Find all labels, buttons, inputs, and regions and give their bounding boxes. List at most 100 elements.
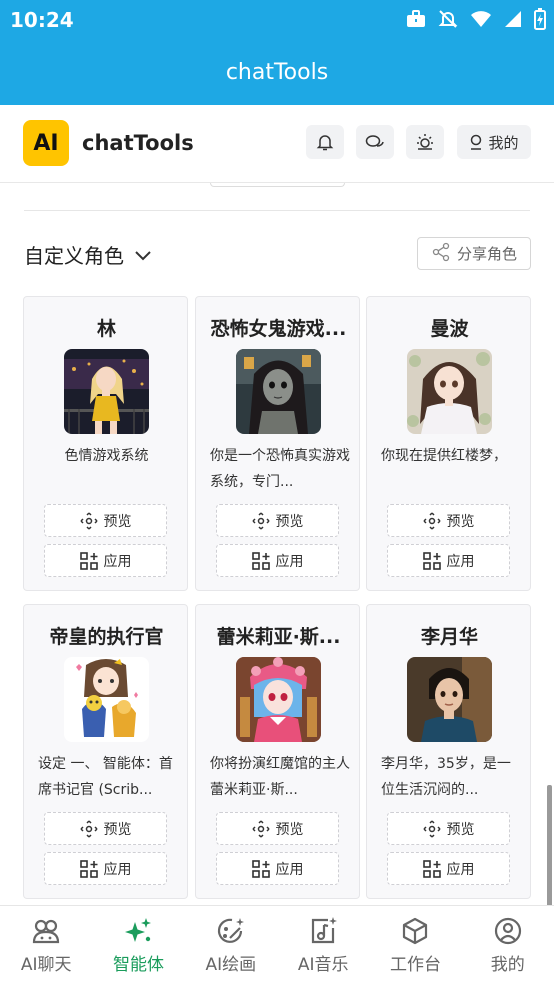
role-avatar: [64, 349, 149, 434]
chat-icon: [31, 916, 61, 950]
apply-label: 应用: [275, 861, 304, 878]
role-description: 色情游戏系统: [64, 448, 149, 464]
preview-label: 预览: [103, 513, 132, 530]
preview-label: 预览: [446, 821, 475, 838]
divider: [24, 210, 530, 211]
apply-icon: [251, 859, 270, 878]
user-icon: [469, 134, 483, 150]
preview-label: 预览: [275, 513, 304, 530]
brand-name: chatTools: [82, 131, 194, 155]
role-card[interactable]: 李月华 李月华，35岁，是一位生活沉闷的... 预览 应用: [366, 604, 531, 899]
preview-icon: [79, 511, 98, 530]
preview-icon: [251, 511, 270, 530]
role-description: 设定 一、 智能体：首席书记官 (Scrib...: [38, 756, 173, 798]
nav-label: AI绘画: [205, 955, 257, 975]
nav-agents[interactable]: 智能体: [92, 906, 184, 986]
apply-label: 应用: [446, 553, 475, 570]
apply-label: 应用: [103, 553, 132, 570]
apply-icon: [79, 551, 98, 570]
preview-label: 预览: [446, 513, 475, 530]
role-name: 林: [96, 318, 116, 340]
preview-icon: [251, 819, 270, 838]
preview-icon: [422, 819, 441, 838]
nav-label: 智能体: [112, 955, 164, 975]
apply-icon: [79, 859, 98, 878]
theme-sun-icon: [415, 132, 435, 152]
role-description: 你现在提供红楼梦，: [381, 448, 507, 464]
apply-button[interactable]: 应用: [44, 852, 167, 885]
previous-section-edge: [210, 183, 345, 187]
role-card[interactable]: 林 色情游戏系统 预览 应用: [23, 296, 188, 591]
apply-button[interactable]: 应用: [387, 544, 510, 577]
logo-text: AI: [33, 130, 59, 156]
wifi-icon: [470, 10, 492, 28]
role-name: 蕾米莉亚·斯...: [216, 626, 341, 648]
theme-toggle-button[interactable]: [406, 125, 444, 159]
apply-label: 应用: [275, 553, 304, 570]
preview-button[interactable]: 预览: [44, 812, 167, 845]
painting-icon: [216, 916, 246, 950]
sparkles-icon: [123, 916, 153, 950]
role-name: 李月华: [420, 626, 478, 648]
messages-button[interactable]: [356, 125, 394, 159]
apply-label: 应用: [103, 861, 132, 878]
status-bar: 10:24: [0, 0, 554, 40]
apply-label: 应用: [446, 861, 475, 878]
nav-label: AI音乐: [297, 955, 349, 975]
preview-button[interactable]: 预览: [387, 812, 510, 845]
apply-button[interactable]: 应用: [216, 544, 339, 577]
my-account-button[interactable]: 我的: [457, 125, 531, 159]
preview-label: 预览: [103, 821, 132, 838]
app-logo[interactable]: AI: [23, 120, 69, 166]
nav-ai-chat[interactable]: AI聊天: [0, 906, 92, 986]
role-avatar: [236, 349, 321, 434]
battery-charging-icon: [534, 8, 546, 30]
apply-icon: [422, 859, 441, 878]
nav-ai-painting[interactable]: AI绘画: [185, 906, 277, 986]
chevron-down-icon: [134, 243, 152, 267]
chat-bubbles-icon: [365, 133, 385, 151]
app-header: AI chatTools 我的: [0, 105, 554, 183]
preview-button[interactable]: 预览: [216, 504, 339, 537]
bell-off-icon: [438, 9, 458, 29]
section-title-dropdown[interactable]: 自定义角色: [24, 240, 152, 269]
preview-button[interactable]: 预览: [44, 504, 167, 537]
app-title: chatTools: [225, 60, 329, 85]
role-card[interactable]: 帝皇的执行官 设定 一、 智能体：首席书记官 (Scrib... 预览 应用: [23, 604, 188, 899]
role-name: 恐怖女鬼游戏...: [210, 318, 347, 340]
music-icon: [308, 916, 338, 950]
role-card[interactable]: 恐怖女鬼游戏... 你是一个恐怖真实游戏系统，专门... 预览 应用: [195, 296, 360, 591]
preview-button[interactable]: 预览: [216, 812, 339, 845]
preview-label: 预览: [275, 821, 304, 838]
nav-label: 工作台: [389, 955, 441, 975]
apply-button[interactable]: 应用: [387, 852, 510, 885]
nav-workbench[interactable]: 工作台: [369, 906, 461, 986]
role-name: 帝皇的执行官: [49, 626, 164, 648]
profile-icon: [493, 916, 523, 950]
notification-button[interactable]: [306, 125, 344, 159]
signal-icon: [504, 10, 522, 28]
nav-profile[interactable]: 我的: [462, 906, 554, 986]
share-role-button[interactable]: 分享角色: [417, 237, 531, 270]
nav-ai-music[interactable]: AI音乐: [277, 906, 369, 986]
role-avatar: [407, 349, 492, 434]
nav-label: 我的: [490, 955, 525, 975]
preview-icon: [79, 819, 98, 838]
apply-icon: [251, 551, 270, 570]
role-card[interactable]: 蕾米莉亚·斯... 你将扮演红魔馆的主人蕾米莉亚·斯... 预览 应用: [195, 604, 360, 899]
apply-button[interactable]: 应用: [44, 544, 167, 577]
role-avatar: [407, 657, 492, 742]
bell-icon: [316, 133, 334, 151]
role-avatar: [236, 657, 321, 742]
role-name: 曼波: [430, 318, 469, 340]
role-card[interactable]: 曼波 你现在提供红楼梦， 预览 应用: [366, 296, 531, 591]
briefcase-icon: [406, 10, 426, 28]
preview-button[interactable]: 预览: [387, 504, 510, 537]
apply-icon: [422, 551, 441, 570]
apply-button[interactable]: 应用: [216, 852, 339, 885]
nav-label: AI聊天: [20, 955, 72, 975]
main-content[interactable]: 自定义角色 分享角色 林 色情游戏系统 预览 应用 恐怖女鬼游戏... 你是一个…: [0, 183, 554, 905]
cube-icon: [400, 916, 430, 950]
preview-icon: [422, 511, 441, 530]
role-description: 你是一个恐怖真实游戏系统，专门...: [210, 448, 350, 490]
